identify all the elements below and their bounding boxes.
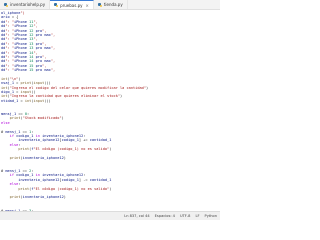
encoding[interactable]: UTF-8 <box>180 214 190 218</box>
tab-label: tienda.py <box>103 2 123 7</box>
tab-inventariohelp[interactable]: inventariohelp.py <box>0 0 51 9</box>
tab-label: pruebas.py <box>60 2 83 8</box>
tab-pruebas[interactable]: pruebas.py × <box>50 0 94 9</box>
cursor-position[interactable]: Ln 837, col 44 <box>124 214 149 218</box>
python-file-icon <box>4 2 8 7</box>
indentation[interactable]: Espacios: 4 <box>155 214 175 218</box>
end-of-line[interactable]: LF <box>195 214 199 218</box>
tab-tienda[interactable]: tienda.py <box>94 0 128 9</box>
python-file-icon <box>97 2 102 7</box>
python-file-icon <box>54 3 59 7</box>
code-editor[interactable]: ol_iphone") ario = {dd": "iPhone 11", dd":… <box>0 10 220 211</box>
tab-label: inventariohelp.py <box>10 2 46 7</box>
language-mode[interactable]: Python <box>205 214 217 218</box>
status-bar: Ln 837, col 44 Espacios: 4 UTF-8 LF Pyth… <box>0 211 220 220</box>
editor-tab-bar: inventariohelp.py pruebas.py × tienda.py <box>0 0 220 10</box>
close-icon[interactable]: × <box>86 3 89 8</box>
